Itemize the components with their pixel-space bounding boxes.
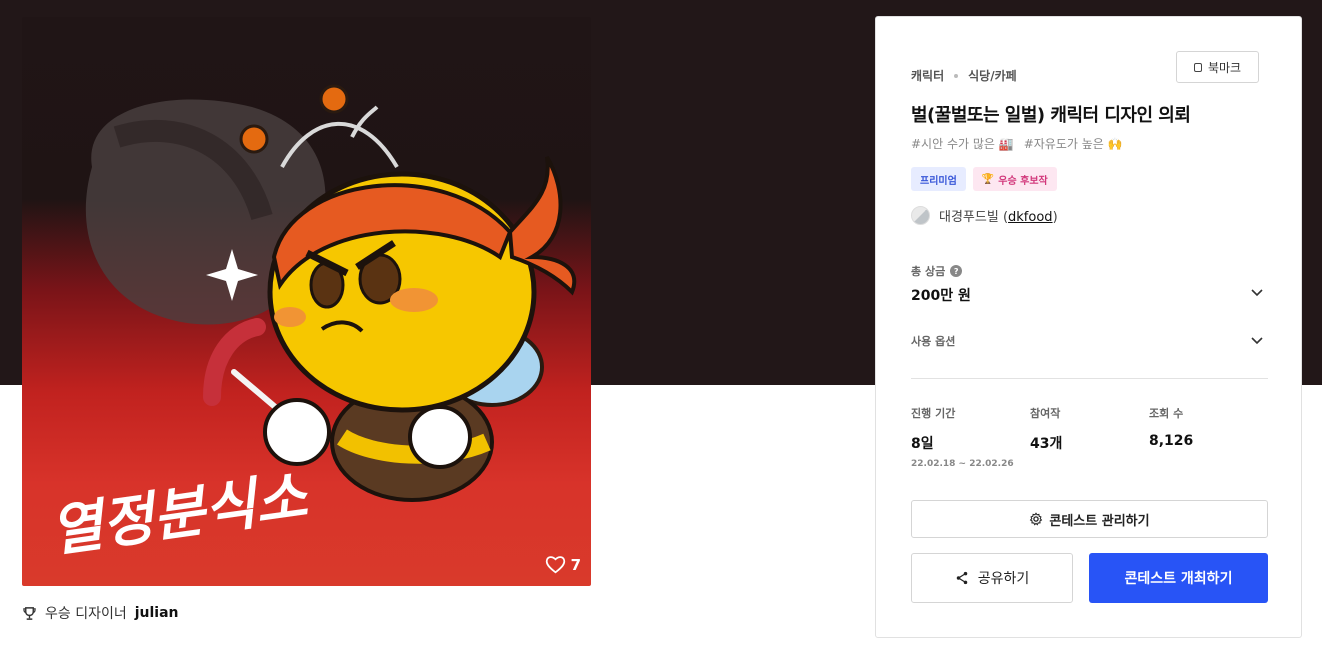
winner-name[interactable]: julian (135, 605, 179, 621)
winner-candidate-badge: 🏆 우승 후보작 (972, 167, 1057, 191)
premium-badge: 프리미엄 (911, 167, 966, 191)
contest-info-panel: 캐릭터 식당/카페 북마크 벌(꿀벌또는 일벌) 캐릭터 디자인 의뢰 #시안 … (875, 16, 1302, 638)
trophy-icon (23, 606, 36, 620)
bookmark-label: 북마크 (1207, 60, 1242, 75)
winner-label: 우승 디자이너 (45, 606, 127, 622)
prize-label: 총 상금 ? (911, 263, 963, 279)
chevron-down-icon[interactable] (1250, 285, 1264, 299)
chevron-down-icon[interactable] (1250, 333, 1264, 347)
bookmark-icon (1193, 62, 1202, 72)
period-stat: 진행 기간 8일 22.02.18 ~ 22.02.26 (911, 405, 1014, 469)
host-handle[interactable]: dkfood (1008, 210, 1053, 225)
tag-list: #시안 수가 많은 🏭 #자유도가 높은 🙌 (911, 135, 1123, 152)
category-item[interactable]: 캐릭터 (911, 67, 944, 84)
views-stat: 조회 수 8,126 (1149, 405, 1193, 449)
period-dates: 22.02.18 ~ 22.02.26 (911, 459, 1014, 469)
host-info[interactable]: 대경푸드빌 (dkfood) (911, 206, 1058, 225)
views-label: 조회 수 (1149, 407, 1184, 420)
avatar (911, 206, 930, 225)
category-breadcrumb: 캐릭터 식당/카페 (911, 67, 1017, 84)
manage-contest-label: 콘테스트 관리하기 (1049, 513, 1150, 529)
bee-character-illustration: 열정분식소 (47, 84, 577, 565)
tag-item[interactable]: #시안 수가 많은 🏭 (911, 135, 1014, 152)
views-value: 8,126 (1149, 433, 1194, 449)
help-icon[interactable]: ? (950, 265, 963, 277)
prize-value: 200만 원 (911, 288, 971, 304)
tag-item[interactable]: #자유도가 높은 🙌 (1024, 135, 1123, 152)
winner-candidate-label: 우승 후보작 (998, 175, 1048, 187)
host-name: 대경푸드빌 (dkfood) (939, 210, 1058, 225)
period-value: 8일 (911, 436, 934, 452)
entries-value: 43개 (1030, 436, 1063, 452)
share-button[interactable]: 공유하기 (911, 553, 1073, 603)
heart-icon (545, 556, 565, 574)
divider (911, 378, 1268, 379)
usage-options-label: 사용 옵션 (911, 335, 956, 348)
share-label: 공유하기 (977, 571, 1030, 587)
badge-list: 프리미엄 🏆 우승 후보작 (911, 167, 1057, 191)
entries-stat: 참여작 43개 (1030, 405, 1062, 453)
host-contest-button[interactable]: 콘테스트 개최하기 (1089, 553, 1268, 603)
like-button[interactable]: 7 (545, 555, 581, 574)
gear-icon (1030, 512, 1043, 526)
contest-title: 벌(꿀벌또는 일벌) 캐릭터 디자인 의뢰 (911, 105, 1191, 126)
category-item[interactable]: 식당/카페 (968, 67, 1017, 84)
winner-designer: 우승 디자이너 julian (22, 603, 179, 623)
like-count: 7 (570, 555, 581, 574)
bookmark-button[interactable]: 북마크 (1176, 51, 1259, 83)
manage-contest-button[interactable]: 콘테스트 관리하기 (911, 500, 1268, 538)
period-label: 진행 기간 (911, 407, 956, 420)
winning-artwork[interactable]: 열정분식소 7 (22, 17, 591, 586)
calligraphy-logo: 열정분식소 (47, 463, 314, 565)
share-icon (956, 571, 967, 585)
separator-dot (954, 73, 959, 78)
trophy-icon: 🏆 (981, 173, 995, 185)
entries-label: 참여작 (1030, 407, 1061, 420)
